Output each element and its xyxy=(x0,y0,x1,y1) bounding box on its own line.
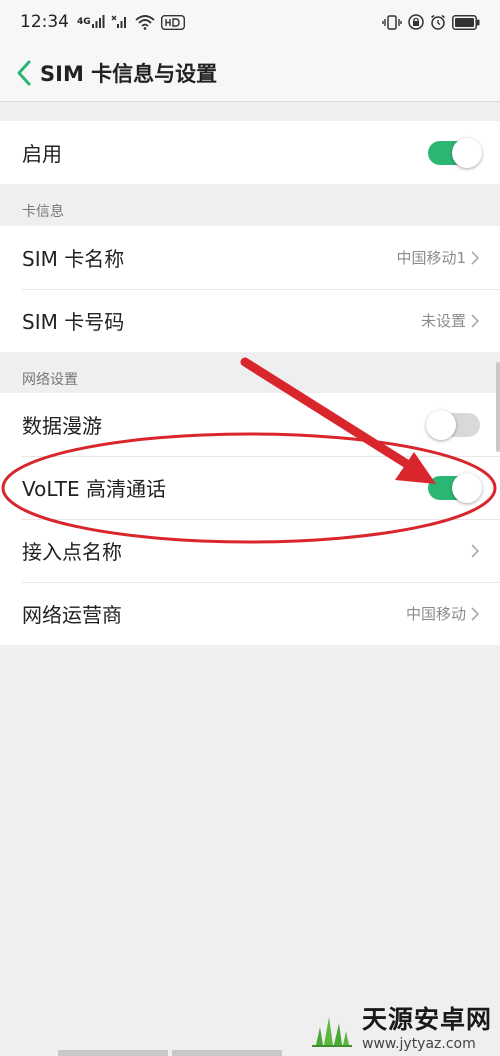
enable-card: 启用 xyxy=(0,121,500,184)
apn-row[interactable]: 接入点名称 xyxy=(0,519,500,582)
scroll-indicator xyxy=(496,362,500,452)
vibrate-icon xyxy=(382,14,402,30)
watermark-url: www.jytyaz.com xyxy=(362,1036,476,1052)
network-settings-card: 数据漫游 VoLTE 高清通话 接入点名称 网络运营商 中国移动 xyxy=(0,393,500,645)
title-bar: SIM 卡信息与设置 xyxy=(0,44,500,102)
watermark-logo-icon xyxy=(312,1017,352,1047)
alarm-icon xyxy=(430,14,446,30)
signal-icon: 4G xyxy=(77,15,105,29)
chevron-left-icon xyxy=(17,60,31,85)
chevron-right-icon xyxy=(470,606,480,622)
lock-icon xyxy=(408,14,424,30)
sim-name-value: 中国移动1 xyxy=(396,249,466,267)
hd-icon xyxy=(160,14,185,30)
nav-hint-bar-right[interactable] xyxy=(172,1050,282,1056)
network-type-label: 4G xyxy=(77,16,91,27)
toggle-knob xyxy=(452,472,482,503)
carrier-value: 中国移动 xyxy=(405,605,466,623)
enable-row[interactable]: 启用 xyxy=(0,121,500,184)
page-title: SIM 卡信息与设置 xyxy=(40,61,218,86)
sim-number-value: 未设置 xyxy=(420,312,466,330)
carrier-label: 网络运营商 xyxy=(22,603,122,627)
nav-hint-bar-left[interactable] xyxy=(58,1050,168,1056)
carrier-row[interactable]: 网络运营商 中国移动 xyxy=(0,582,500,645)
chevron-right-icon xyxy=(470,543,480,559)
section-label-network-settings: 网络设置 xyxy=(22,372,78,388)
back-button[interactable] xyxy=(4,44,44,102)
status-time: 12:34 xyxy=(20,12,69,32)
volte-label: VoLTE 高清通话 xyxy=(22,477,166,501)
card-info-card: SIM 卡名称 中国移动1 SIM 卡号码 未设置 xyxy=(0,226,500,352)
sim-number-label: SIM 卡号码 xyxy=(22,310,125,334)
watermark: 天源安卓网 www.jytyaz.com xyxy=(306,1000,492,1052)
chevron-right-icon xyxy=(470,250,480,266)
data-roaming-toggle[interactable] xyxy=(426,409,480,440)
enable-label: 启用 xyxy=(22,142,62,166)
status-right-icons xyxy=(382,14,480,30)
data-roaming-label: 数据漫游 xyxy=(22,414,102,438)
data-roaming-row[interactable]: 数据漫游 xyxy=(0,393,500,456)
sim-name-row[interactable]: SIM 卡名称 中国移动1 xyxy=(0,226,500,289)
sim-number-row[interactable]: SIM 卡号码 未设置 xyxy=(0,289,500,352)
apn-label: 接入点名称 xyxy=(22,540,122,564)
enable-toggle[interactable] xyxy=(428,137,482,168)
toggle-knob xyxy=(426,409,456,440)
volte-row[interactable]: VoLTE 高清通话 xyxy=(0,456,500,519)
no-signal-icon xyxy=(111,15,129,29)
battery-icon xyxy=(452,14,480,30)
section-label-card-info: 卡信息 xyxy=(22,204,64,220)
toggle-knob xyxy=(452,137,482,168)
watermark-name: 天源安卓网 xyxy=(362,1005,493,1034)
wifi-icon xyxy=(135,14,155,30)
chevron-right-icon xyxy=(470,313,480,329)
volte-toggle[interactable] xyxy=(428,472,482,503)
sim-name-label: SIM 卡名称 xyxy=(22,247,125,271)
status-left-icons: 4G xyxy=(77,14,185,30)
status-bar: 12:34 4G xyxy=(0,0,500,44)
